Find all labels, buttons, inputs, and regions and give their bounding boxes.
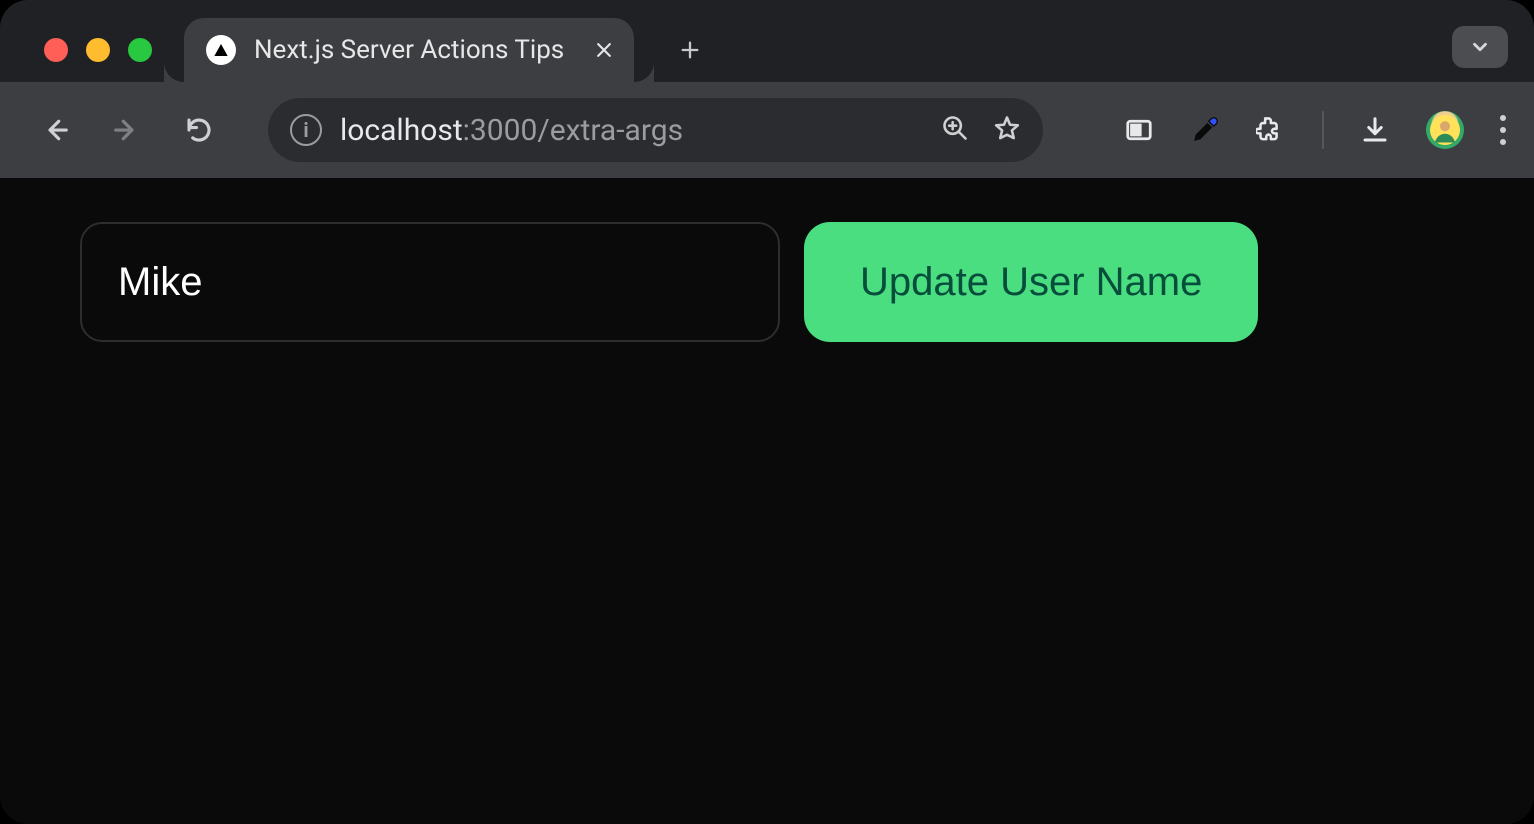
vercel-favicon-icon — [206, 35, 236, 65]
tab-dropdown-button[interactable] — [1452, 26, 1508, 68]
browser-tab[interactable]: Next.js Server Actions Tips — [184, 18, 634, 82]
profile-avatar[interactable] — [1426, 111, 1464, 149]
site-info-icon[interactable]: i — [290, 114, 322, 146]
address-bar[interactable]: i localhost:3000/extra-args — [268, 98, 1043, 162]
update-name-form: Update User Name — [80, 222, 1454, 342]
toolbar: i localhost:3000/extra-args — [0, 82, 1534, 178]
window-minimize-button[interactable] — [86, 38, 110, 62]
back-button[interactable] — [28, 103, 82, 157]
window-controls — [44, 38, 152, 62]
new-tab-button[interactable] — [666, 26, 714, 74]
window-close-button[interactable] — [44, 38, 68, 62]
tab-close-button[interactable] — [594, 40, 614, 60]
name-input[interactable] — [80, 222, 780, 342]
reading-mode-icon[interactable] — [1124, 115, 1154, 145]
reload-button[interactable] — [172, 103, 226, 157]
toolbar-divider — [1322, 111, 1324, 149]
url-text: localhost:3000/extra-args — [340, 113, 683, 148]
url-path: :3000/extra-args — [463, 113, 683, 148]
page-viewport: Update User Name — [0, 178, 1534, 824]
update-user-name-button[interactable]: Update User Name — [804, 222, 1258, 342]
browser-window: Next.js Server Actions Tips i localhost:… — [0, 0, 1534, 824]
forward-button[interactable] — [100, 103, 154, 157]
browser-menu-button[interactable] — [1500, 115, 1506, 145]
eyedropper-extension-icon[interactable] — [1190, 115, 1220, 145]
zoom-icon[interactable] — [941, 114, 969, 146]
toolbar-actions — [1124, 111, 1506, 149]
bookmark-star-icon[interactable] — [993, 114, 1021, 146]
url-host: localhost — [340, 113, 463, 148]
extensions-icon[interactable] — [1256, 115, 1286, 145]
window-maximize-button[interactable] — [128, 38, 152, 62]
tab-strip: Next.js Server Actions Tips — [0, 0, 1534, 82]
downloads-icon[interactable] — [1360, 115, 1390, 145]
tab-title: Next.js Server Actions Tips — [254, 35, 564, 65]
